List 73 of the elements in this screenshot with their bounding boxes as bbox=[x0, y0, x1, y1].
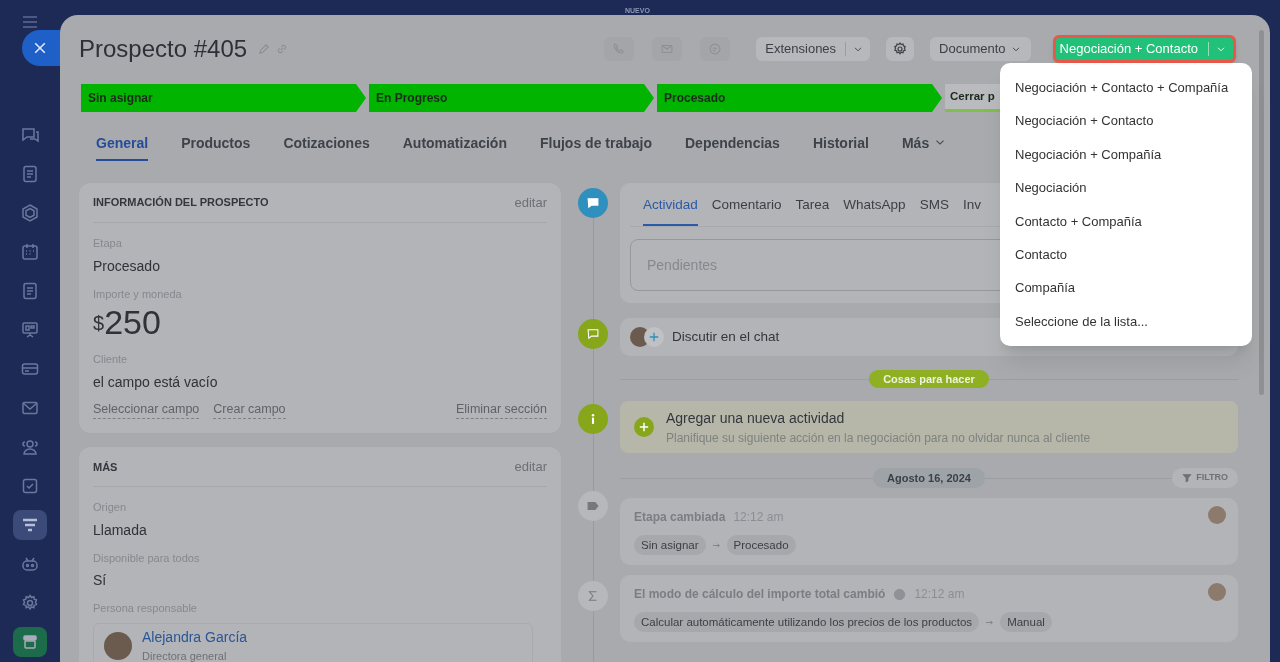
currency-symbol: $ bbox=[93, 312, 105, 336]
add-activity-title: Agregar una nueva actividad bbox=[666, 408, 846, 428]
chat-icon bbox=[586, 327, 600, 341]
settings-button[interactable] bbox=[886, 37, 915, 61]
activity-tab[interactable]: Tarea bbox=[795, 194, 830, 226]
stage-step[interactable]: Sin asignar bbox=[81, 84, 366, 112]
from-value-chip: Calcular automáticamente utilizando los precios de los productos bbox=[634, 612, 980, 632]
tab[interactable]: Flujos de trabajo bbox=[539, 133, 652, 161]
checkbox-icon bbox=[20, 476, 40, 496]
tab[interactable]: Dependencias bbox=[685, 133, 780, 161]
field-value: Sí bbox=[93, 571, 108, 591]
dashed-link[interactable]: Seleccionar campo bbox=[93, 399, 200, 420]
event-title: Etapa cambiada bbox=[634, 509, 726, 526]
comment-icon bbox=[586, 196, 600, 210]
field-value: Llamada bbox=[93, 520, 148, 540]
person-name-link[interactable]: Alejandra García bbox=[142, 627, 248, 648]
add-participant-button[interactable] bbox=[644, 327, 664, 347]
to-value-chip: Manual bbox=[1000, 612, 1052, 632]
avatar bbox=[104, 631, 132, 660]
stage-step[interactable]: Procesado bbox=[657, 84, 942, 112]
document-icon bbox=[20, 164, 40, 184]
remove-section-link[interactable]: Eliminar sección bbox=[456, 399, 547, 420]
funnel-nav-button[interactable] bbox=[13, 510, 47, 540]
menu-item[interactable]: Negociación + Contacto + Compañía bbox=[1000, 71, 1252, 105]
activity-tab[interactable]: SMS bbox=[919, 194, 949, 226]
filter-icon bbox=[1182, 473, 1193, 483]
help-icon[interactable] bbox=[893, 587, 907, 601]
tab[interactable]: Productos bbox=[181, 133, 251, 161]
document-button[interactable]: Documento bbox=[930, 37, 1031, 61]
calendar-icon bbox=[20, 242, 40, 262]
menu-item[interactable]: Negociación + Compañía bbox=[1000, 137, 1252, 172]
amount-value: 250 bbox=[104, 302, 161, 342]
activity-tab[interactable]: Comentario bbox=[711, 194, 782, 226]
menu-item[interactable]: Negociación + Contacto bbox=[1000, 104, 1252, 138]
card-title: INFORMACIÓN DEL PROSPECTO bbox=[93, 195, 269, 211]
to-value-chip: Procesado bbox=[726, 535, 796, 555]
app-icon bbox=[20, 632, 40, 652]
activity-tab[interactable]: Actividad bbox=[643, 194, 698, 226]
document-icon bbox=[20, 281, 40, 301]
stage-step[interactable]: En Progreso bbox=[369, 84, 654, 112]
tab[interactable]: Historial bbox=[812, 133, 869, 161]
activity-tab[interactable]: WhatsApp bbox=[843, 194, 906, 226]
close-icon bbox=[32, 40, 48, 56]
presentation-board-icon bbox=[20, 320, 40, 340]
page-title: Prospecto #405 bbox=[79, 34, 248, 64]
avatar bbox=[1208, 583, 1226, 601]
avatar bbox=[1208, 506, 1226, 524]
users-icon bbox=[20, 437, 40, 457]
dashed-link[interactable]: Crear campo bbox=[213, 399, 286, 420]
menu-item[interactable]: Negociación bbox=[1000, 171, 1252, 205]
field-value: Procesado bbox=[93, 256, 161, 276]
settings-icon bbox=[892, 41, 909, 57]
tab[interactable]: Automatización bbox=[402, 133, 507, 161]
date-badge: Agosto 16, 2024 bbox=[873, 468, 985, 488]
tab[interactable]: Cotizaciones bbox=[283, 133, 370, 161]
chat-icon bbox=[20, 125, 40, 145]
todo-badge: Cosas para hacer bbox=[869, 370, 989, 388]
chat-label: Discutir en el chat bbox=[672, 327, 780, 346]
app-nav-button[interactable] bbox=[13, 627, 47, 657]
tag-icon bbox=[586, 499, 600, 513]
sigma-icon bbox=[586, 589, 600, 603]
activity-tab[interactable]: Inv bbox=[962, 194, 981, 226]
menu-item[interactable]: Contacto + Compañía bbox=[1000, 204, 1252, 238]
plus-icon bbox=[648, 331, 660, 343]
from-value-chip: Sin asignar bbox=[634, 535, 706, 555]
hexagon-icon bbox=[20, 203, 40, 223]
field-value: el campo está vacío bbox=[93, 372, 219, 392]
stage-step[interactable]: Cerrar p bbox=[945, 84, 1000, 112]
event-title: El modo de cálculo del importe total cambió bbox=[634, 586, 886, 603]
tab[interactable]: General bbox=[96, 133, 149, 161]
tab[interactable]: Más bbox=[901, 133, 948, 161]
person-role: Directora general bbox=[142, 649, 228, 662]
card-title: MÁS bbox=[93, 459, 118, 475]
